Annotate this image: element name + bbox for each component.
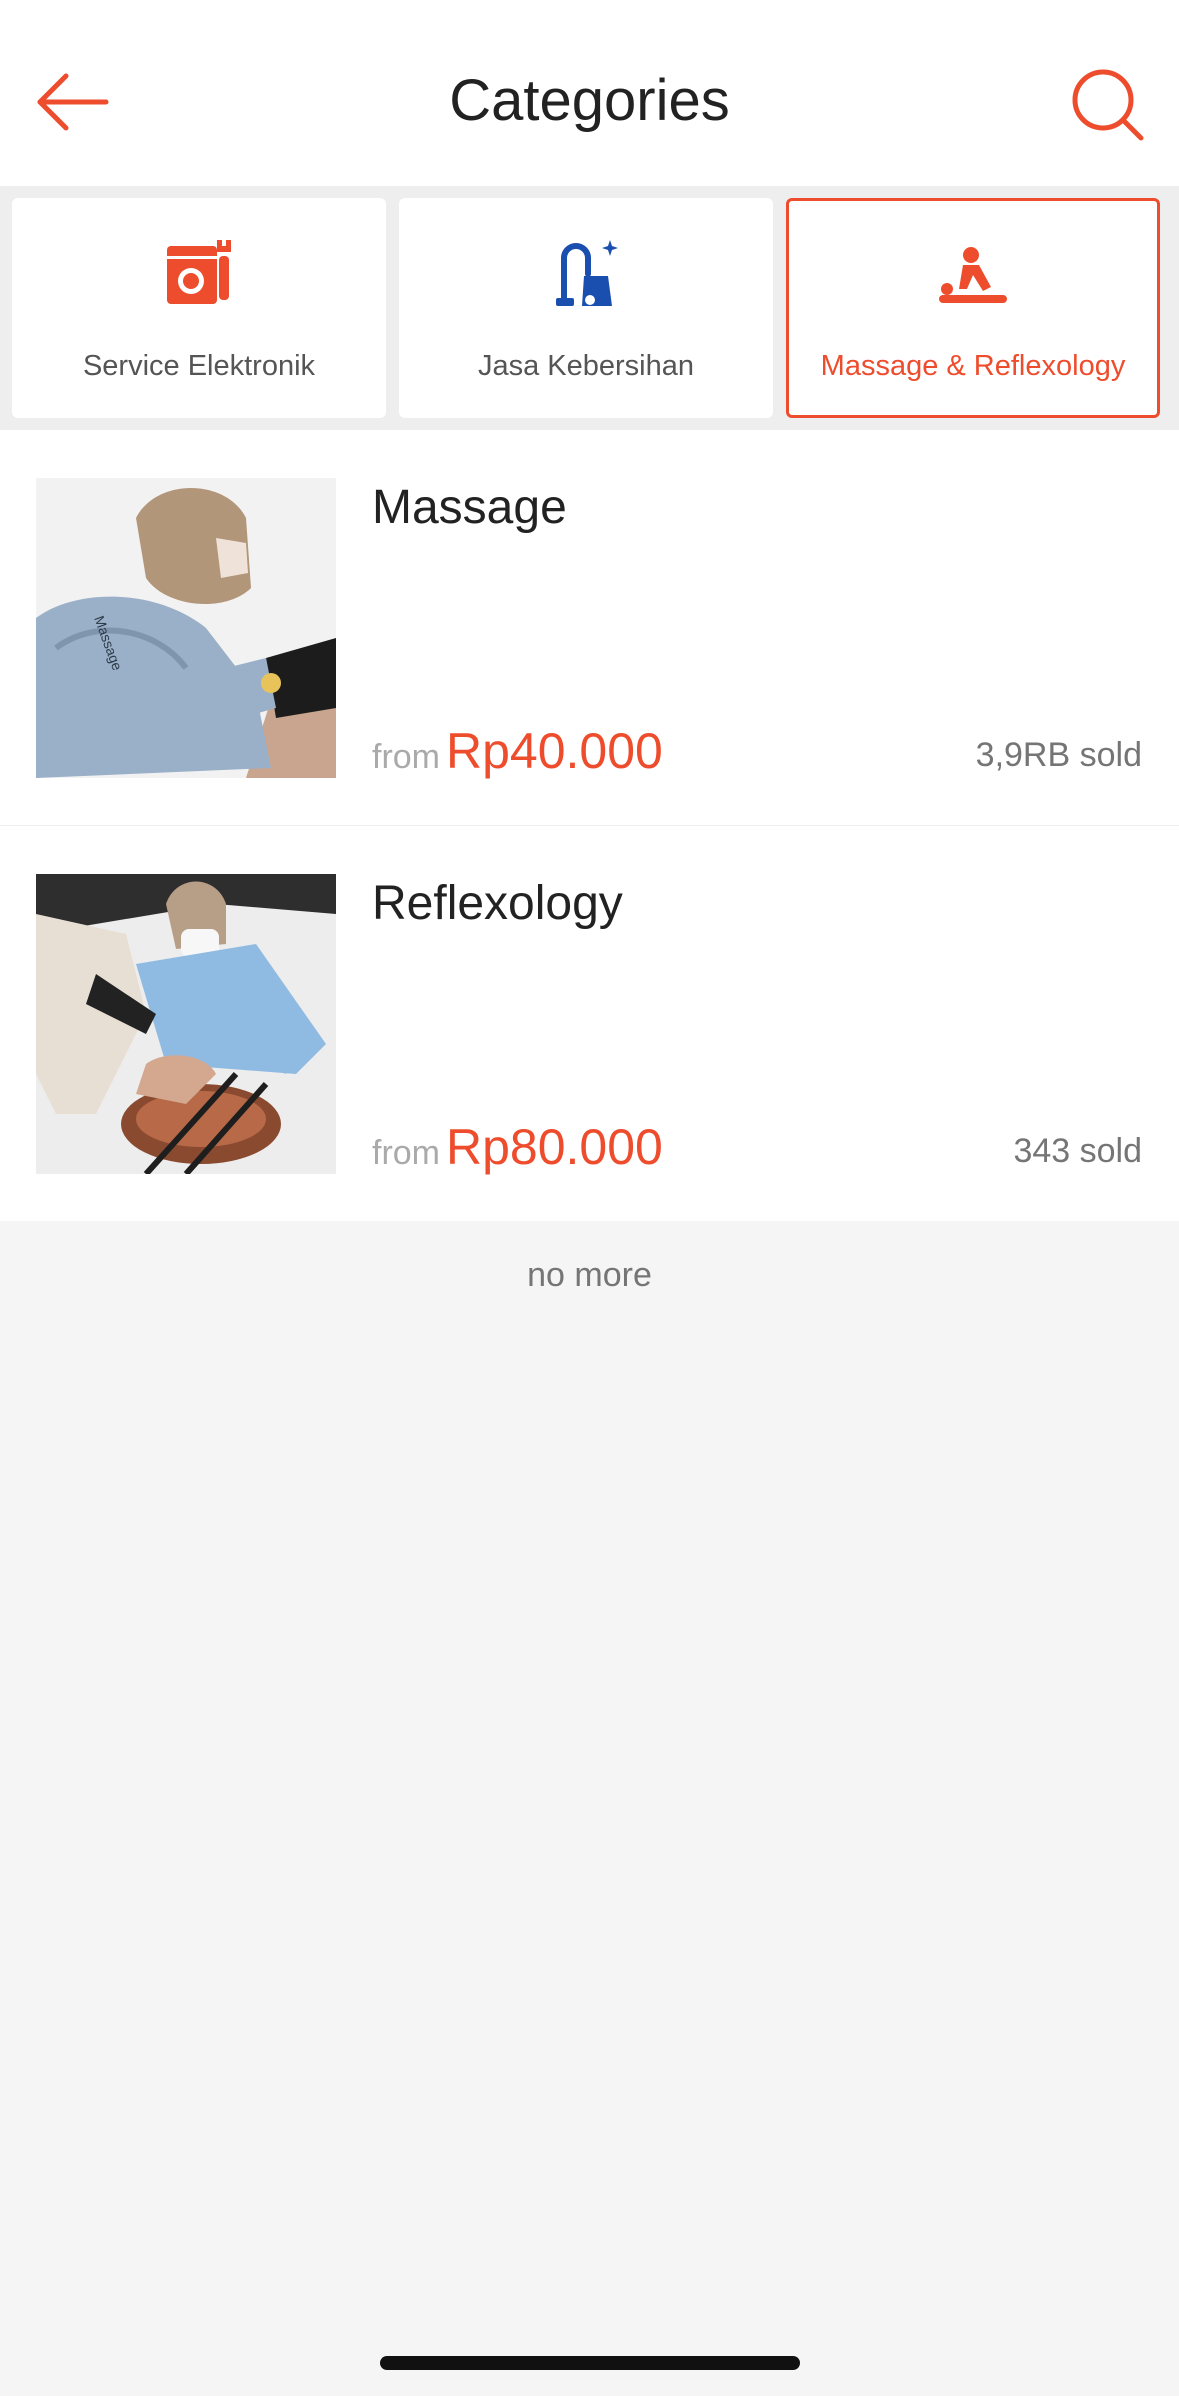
app-header: Categories bbox=[0, 0, 1179, 186]
category-label: Jasa Kebersihan bbox=[477, 350, 695, 382]
service-list: Massage Massage fromRp40.000 3,9RB sold bbox=[0, 430, 1179, 1221]
category-tab-jasa-kebersihan[interactable]: Jasa Kebersihan bbox=[399, 198, 773, 418]
massage-icon bbox=[939, 247, 1007, 303]
sold-count: 3,9RB sold bbox=[975, 736, 1142, 774]
category-tabs: Service Elektronik Jasa Kebersihan Massa… bbox=[0, 186, 1179, 430]
washing-machine-wrench-icon bbox=[167, 240, 231, 304]
search-icon bbox=[1072, 69, 1144, 141]
category-tab-service-elektronik[interactable]: Service Elektronik bbox=[12, 198, 386, 418]
sold-count: 343 sold bbox=[1013, 1132, 1142, 1170]
search-button[interactable] bbox=[1061, 58, 1151, 148]
price: from Rp80.000 bbox=[372, 1118, 663, 1176]
page-title: Categories bbox=[449, 68, 730, 133]
reflexology-photo bbox=[36, 874, 336, 1174]
item-name: Reflexology bbox=[372, 877, 623, 930]
massage-thumbnail: Massage bbox=[36, 478, 336, 778]
price-value: Rp40.000 bbox=[446, 723, 663, 779]
list-item-massage[interactable]: Massage Massage from Rp40.000 3,9RB sold bbox=[0, 430, 1179, 826]
category-tab-massage-reflexology[interactable]: Massage & Reflexology bbox=[786, 198, 1160, 418]
massage-photo: Massage bbox=[36, 478, 336, 778]
end-of-list-text: no more bbox=[527, 1256, 652, 1294]
price-value: Rp80.000 bbox=[446, 1119, 663, 1175]
price: from Rp40.000 bbox=[372, 722, 663, 780]
category-label: Massage & Reflexology bbox=[820, 350, 1126, 382]
price-prefix: from bbox=[372, 738, 440, 776]
reflexology-thumbnail bbox=[36, 874, 336, 1174]
item-name: Massage bbox=[372, 481, 567, 534]
list-item-reflexology[interactable]: Reflexology from Rp80.000 343 sold bbox=[0, 826, 1179, 1221]
price-prefix: from bbox=[372, 1134, 440, 1172]
vacuum-cleaner-icon bbox=[556, 240, 618, 306]
category-label: Service Elektronik bbox=[82, 350, 316, 382]
home-indicator[interactable] bbox=[380, 2356, 800, 2370]
